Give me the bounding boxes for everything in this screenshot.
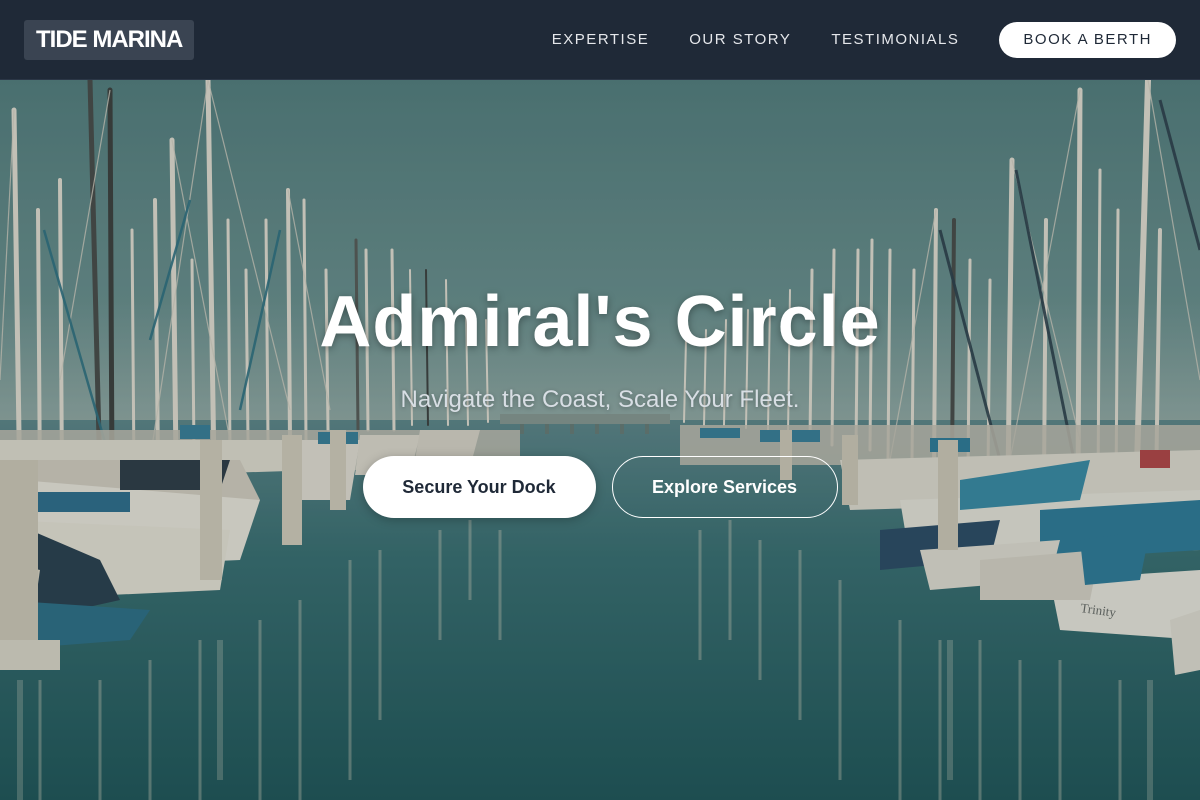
hero-title: Admiral's Circle: [319, 282, 881, 362]
hero-subtitle: Navigate the Coast, Scale Your Fleet.: [400, 386, 800, 413]
nav-link-our-story[interactable]: OUR STORY: [689, 31, 791, 48]
hero-section: Trinity Admiral's Circle Navigate the Co…: [0, 80, 1200, 800]
secure-your-dock-button[interactable]: Secure Your Dock: [362, 456, 596, 518]
nav-link-testimonials[interactable]: TESTIMONIALS: [831, 31, 959, 48]
hero-button-group: Secure Your Dock Explore Services: [362, 456, 838, 518]
top-navbar: TIDE MARINA EXPERTISE OUR STORY TESTIMON…: [0, 0, 1200, 80]
main-nav: EXPERTISE OUR STORY TESTIMONIALS BOOK A …: [552, 21, 1176, 58]
nav-link-expertise[interactable]: EXPERTISE: [552, 31, 649, 48]
logo[interactable]: TIDE MARINA: [24, 19, 195, 60]
explore-services-button[interactable]: Explore Services: [611, 456, 838, 518]
book-a-berth-button[interactable]: BOOK A BERTH: [999, 21, 1176, 58]
hero-content: Admiral's Circle Navigate the Coast, Sca…: [0, 80, 1200, 800]
